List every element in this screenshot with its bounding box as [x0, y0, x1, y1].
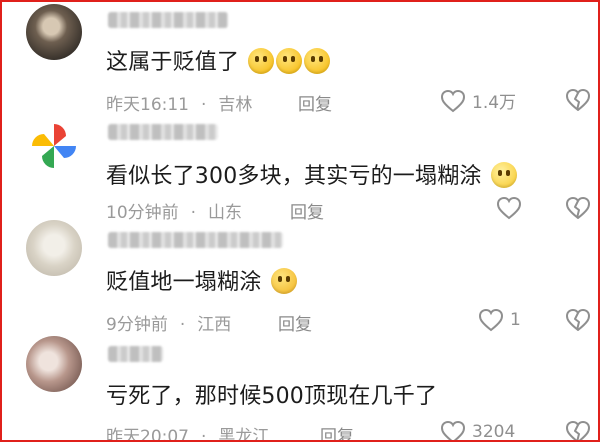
- comment-meta: 昨天16:11 · 吉林: [106, 90, 264, 115]
- like-button[interactable]: [496, 196, 528, 220]
- dislike-broken-heart-icon[interactable]: [565, 308, 591, 332]
- meta-separator: ·: [190, 203, 197, 223]
- like-count: 1: [510, 310, 521, 330]
- avatar[interactable]: [26, 4, 82, 60]
- meta-separator: ·: [201, 95, 207, 115]
- avatar[interactable]: [26, 118, 82, 174]
- dislike-broken-heart-icon[interactable]: [565, 196, 591, 220]
- heart-icon: [478, 308, 504, 332]
- comment-text-content: 看似长了300多块，其实亏的一塌糊涂: [106, 164, 482, 189]
- cry-emoji: [276, 48, 303, 74]
- heart-icon: [496, 196, 522, 220]
- pinwheel-logo-icon: [32, 124, 76, 168]
- comment-location: 黑龙江: [218, 427, 270, 442]
- comment-text: 看似长了300多块，其实亏的一塌糊涂: [106, 158, 517, 190]
- comment-text-content: 这属于贬值了: [106, 50, 240, 75]
- comment-text-content: 亏死了，那时候500顶现在几千了: [106, 384, 438, 409]
- reply-button[interactable]: 回复: [278, 310, 312, 335]
- cry-emoji: [304, 48, 331, 74]
- heart-icon: [440, 89, 466, 112]
- laugh-cry-emoji: [270, 268, 297, 294]
- avatar[interactable]: [26, 220, 82, 276]
- comment-text: 亏死了，那时候500顶现在几千了: [106, 378, 437, 410]
- comment-location: 山东: [208, 203, 243, 223]
- cry-emoji: [248, 48, 275, 74]
- comment-text-content: 贬值地一塌糊涂: [106, 270, 262, 295]
- comment-time: 昨天16:11: [106, 95, 189, 115]
- reply-label: 回复: [278, 315, 312, 335]
- like-count: 1.4万: [472, 93, 517, 113]
- meta-separator: ·: [179, 315, 186, 335]
- username-blurred[interactable]: [108, 232, 283, 248]
- comment-text: 这属于贬值了: [106, 44, 331, 76]
- meta-separator: ·: [201, 427, 207, 442]
- reply-label: 回复: [298, 95, 332, 115]
- comment-meta: 昨天20:07 · 黑龙江: [106, 422, 281, 442]
- reply-button[interactable]: 回复: [298, 90, 332, 115]
- comment-location: 吉林: [218, 95, 253, 115]
- comment-location: 江西: [197, 315, 232, 335]
- reply-label: 回复: [320, 427, 354, 442]
- heart-icon: [440, 420, 466, 440]
- like-button[interactable]: 3204: [440, 420, 516, 442]
- reply-button[interactable]: 回复: [290, 198, 324, 223]
- grin-emoji: [490, 162, 517, 188]
- like-button[interactable]: 1.4万: [440, 88, 516, 113]
- username-blurred[interactable]: [108, 124, 218, 140]
- comment-text: 贬值地一塌糊涂: [106, 264, 297, 296]
- username-blurred[interactable]: [108, 12, 228, 28]
- comment-list: 这属于贬值了 昨天16:11 · 吉林 回复 1.4万 看似长了300多块，其实亏的…: [0, 0, 600, 442]
- comment-time: 昨天20:07: [106, 427, 189, 442]
- comment-time: 10分钟前: [106, 203, 179, 223]
- dislike-broken-heart-icon[interactable]: [565, 88, 591, 112]
- comment-meta: 9分钟前 · 江西: [106, 310, 243, 335]
- dislike-broken-heart-icon[interactable]: [565, 420, 591, 442]
- like-button[interactable]: 1: [478, 308, 521, 332]
- reply-button[interactable]: 回复: [320, 422, 354, 442]
- reply-label: 回复: [290, 203, 324, 223]
- username-blurred[interactable]: [108, 346, 163, 362]
- comment-time: 9分钟前: [106, 315, 168, 335]
- like-count: 3204: [472, 422, 516, 442]
- avatar[interactable]: [26, 336, 82, 392]
- comment-meta: 10分钟前 · 山东: [106, 198, 254, 223]
